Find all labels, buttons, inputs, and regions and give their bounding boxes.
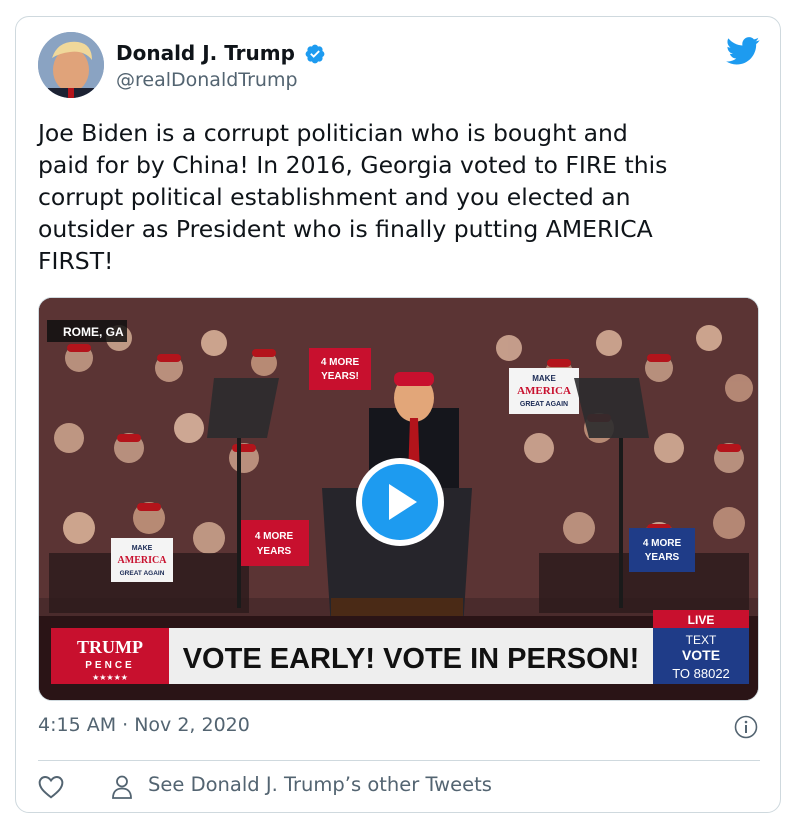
svg-text:VOTE: VOTE <box>682 647 720 663</box>
divider <box>38 760 760 761</box>
video-player[interactable]: 4 MORE YEARS! MAKE AMERICA GREAT AGAIN M… <box>38 297 759 701</box>
sign-four-more-years-lower: 4 MORE YEARS <box>239 520 309 566</box>
person-icon[interactable] <box>110 774 134 800</box>
svg-text:PENCE: PENCE <box>85 660 134 671</box>
svg-text:GREAT AGAIN: GREAT AGAIN <box>520 401 568 408</box>
tweet-timestamp[interactable]: 4:15 AM · Nov 2, 2020 <box>38 714 250 736</box>
heart-icon[interactable] <box>38 775 64 799</box>
see-other-tweets-link[interactable]: See Donald J. Trump’s other Tweets <box>148 773 492 796</box>
svg-text:MAKE: MAKE <box>132 545 153 552</box>
svg-text:YEARS!: YEARS! <box>321 371 359 382</box>
svg-text:TEXT: TEXT <box>686 633 717 647</box>
sign-make-america-left: MAKE AMERICA GREAT AGAIN <box>111 538 173 582</box>
svg-text:YEARS: YEARS <box>257 546 292 557</box>
tweet-card: Donald J. Trump @realDonaldTrump Joe Bid… <box>15 16 781 813</box>
svg-text:LIVE: LIVE <box>688 613 715 627</box>
info-icon[interactable] <box>734 715 758 739</box>
twitter-bird-icon[interactable] <box>726 37 760 65</box>
svg-text:YEARS: YEARS <box>645 552 680 563</box>
author-name[interactable]: Donald J. Trump <box>116 41 295 65</box>
svg-text:AMERICA: AMERICA <box>118 555 168 566</box>
svg-text:TO 88022: TO 88022 <box>672 666 730 681</box>
banner-headline: VOTE EARLY! VOTE IN PERSON! <box>183 643 640 675</box>
location-tag: ROME, GA <box>63 325 124 339</box>
svg-text:GREAT AGAIN: GREAT AGAIN <box>120 570 165 577</box>
svg-text:AMERICA: AMERICA <box>517 385 571 397</box>
svg-text:★★★★★: ★★★★★ <box>92 673 128 682</box>
author-handle[interactable]: @realDonaldTrump <box>116 69 298 91</box>
sign-four-more-years-right: 4 MORE YEARS <box>629 528 695 572</box>
svg-text:4 MORE: 4 MORE <box>321 357 360 368</box>
svg-text:4 MORE: 4 MORE <box>643 538 682 549</box>
avatar[interactable] <box>38 32 104 98</box>
verified-badge-icon <box>305 44 325 64</box>
tweet-text: Joe Biden is a corrupt politician who is… <box>38 119 668 275</box>
svg-text:4 MORE: 4 MORE <box>255 531 294 542</box>
sign-four-more-years: 4 MORE YEARS! <box>309 348 371 390</box>
svg-text:TRUMP: TRUMP <box>77 637 143 657</box>
sign-make-america-great-again: MAKE AMERICA GREAT AGAIN <box>509 368 579 414</box>
play-button[interactable] <box>356 458 444 546</box>
svg-text:MAKE: MAKE <box>532 374 556 383</box>
